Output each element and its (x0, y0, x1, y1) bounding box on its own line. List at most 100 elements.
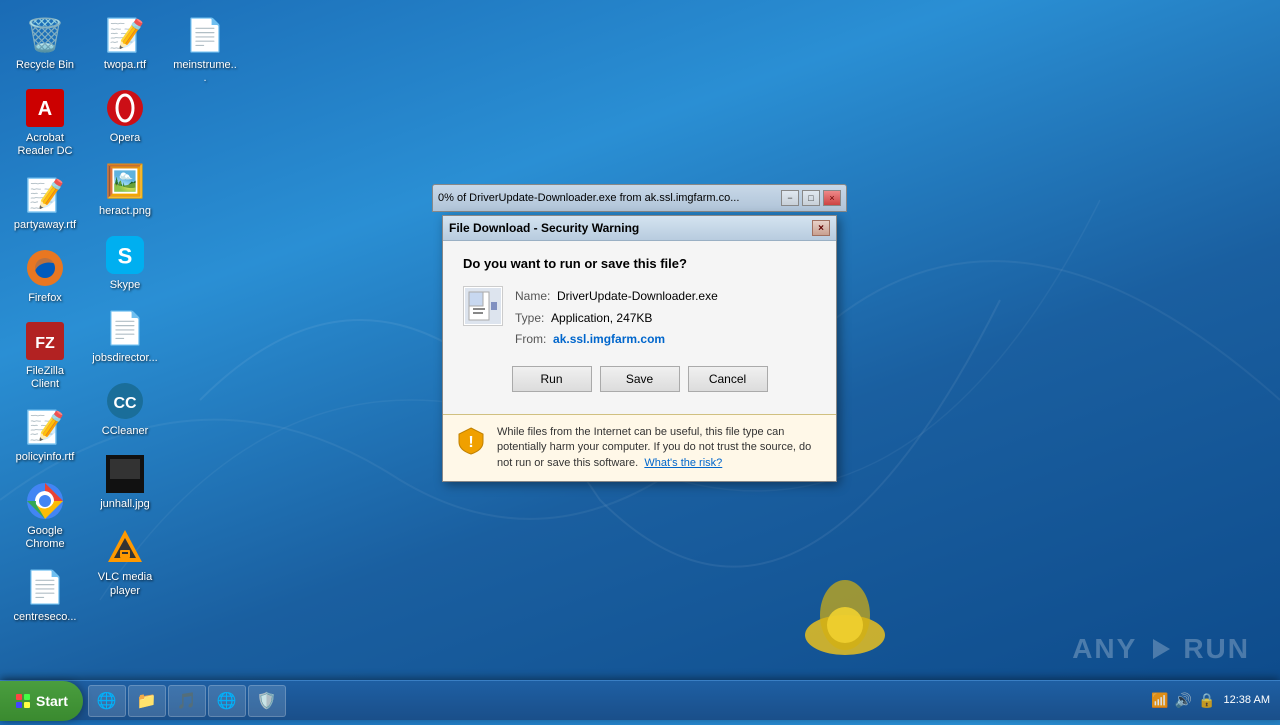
ie-icon: 🌐 (97, 691, 117, 711)
taskbar: Start 🌐 📁 🎵 🌐 🛡️ 📶 🔊 🔒 12:38 AM (0, 680, 1280, 720)
chrome-label: Google Chrome (10, 524, 80, 552)
partyaway-icon: 📝 (25, 175, 65, 215)
taskbar-right: 📶 🔊 🔒 12:38 AM (1141, 692, 1280, 709)
taskbar-explorer[interactable]: 📁 (128, 685, 166, 717)
file-from-label: From: (515, 332, 546, 346)
desktop-icon-policyinfo[interactable]: 📝 policyinfo.rtf (5, 402, 85, 470)
chrome-taskbar-icon: 🌐 (217, 691, 237, 711)
security-tray-icon: 🔒 (1198, 692, 1215, 709)
vlc-icon (105, 527, 145, 567)
filezilla-icon: FZ (25, 321, 65, 361)
desktop-icon-twopa[interactable]: 📝 twopa.rtf (85, 10, 165, 78)
twopa-icon: 📝 (105, 15, 145, 55)
file-type-icon (463, 286, 503, 326)
run-button[interactable]: Run (512, 366, 592, 392)
twopa-label: twopa.rtf (102, 58, 148, 73)
centreseco-icon: 📄 (25, 567, 65, 607)
warning-shield-icon: ! (455, 425, 487, 457)
ccleaner-icon: CC (105, 381, 145, 421)
network-tray-icon: 📶 (1151, 692, 1168, 709)
partyaway-label: partyaway.rtf (12, 218, 78, 233)
file-name-label: Name: (515, 289, 550, 303)
warning-message: While files from the Internet can be use… (497, 425, 824, 471)
junhall-label: junhall.jpg (98, 497, 152, 512)
download-minimize-button[interactable]: − (781, 190, 799, 206)
taskbar-chrome[interactable]: 🌐 (208, 685, 246, 717)
svg-text:S: S (118, 243, 133, 268)
centreseco-label: centreseco... (12, 610, 79, 625)
ccleaner-label: CCleaner (100, 424, 150, 439)
heract-icon: 🖼️ (105, 161, 145, 201)
desktop-icon-ccleaner[interactable]: CC CCleaner (85, 376, 165, 444)
meinstrume-icon: 📄 (185, 15, 225, 55)
recycle-bin-label: Recycle Bin (14, 58, 76, 73)
heract-label: heract.png (97, 204, 153, 219)
desktop-icon-recycle-bin[interactable]: 🗑️ Recycle Bin (5, 10, 85, 78)
file-details: Name: DriverUpdate-Downloader.exe Type: … (515, 286, 718, 351)
desktop-icon-filezilla[interactable]: FZ FileZilla Client (5, 316, 85, 397)
file-type-value: Application, 247KB (551, 311, 652, 325)
file-from-link[interactable]: ak.ssl.imgfarm.com (553, 332, 665, 346)
svg-text:FZ: FZ (35, 335, 55, 352)
dialog-title: File Download - Security Warning (449, 221, 812, 235)
start-button[interactable]: Start (0, 681, 83, 721)
taskbar-ie[interactable]: 🌐 (88, 685, 126, 717)
save-button[interactable]: Save (600, 366, 680, 392)
download-maximize-button[interactable]: □ (802, 190, 820, 206)
download-progress-title: 0% of DriverUpdate-Downloader.exe from a… (438, 192, 778, 204)
firefox-icon (25, 248, 65, 288)
warning-bar: ! While files from the Internet can be u… (443, 414, 836, 481)
junhall-icon (105, 454, 145, 494)
desktop-icon-junhall[interactable]: junhall.jpg (85, 449, 165, 517)
file-type-row: Type: Application, 247KB (515, 308, 718, 330)
security-icon: 🛡️ (257, 691, 277, 711)
skype-label: Skype (108, 278, 143, 293)
desktop-icon-partyaway[interactable]: 📝 partyaway.rtf (5, 170, 85, 238)
taskbar-items: 🌐 📁 🎵 🌐 🛡️ (83, 685, 1141, 717)
chrome-icon (25, 481, 65, 521)
firefox-label: Firefox (26, 291, 64, 306)
file-info-row: Name: DriverUpdate-Downloader.exe Type: … (463, 286, 816, 351)
policyinfo-label: policyinfo.rtf (14, 450, 77, 465)
whats-risk-link[interactable]: What's the risk? (644, 457, 722, 469)
desktop-icon-skype[interactable]: S Skype (85, 230, 165, 298)
dialog-close-button[interactable]: × (812, 220, 830, 236)
file-from-row: From: ak.ssl.imgfarm.com (515, 329, 718, 351)
dialog-buttons: Run Save Cancel (463, 366, 816, 392)
taskbar-media[interactable]: 🎵 (168, 685, 206, 717)
recycle-bin-icon: 🗑️ (25, 15, 65, 55)
media-icon: 🎵 (177, 691, 197, 711)
security-warning-dialog: File Download - Security Warning × Do yo… (442, 215, 837, 482)
desktop-icon-acrobat[interactable]: A Acrobat Reader DC (5, 83, 85, 164)
desktop-icon-jobsdirector[interactable]: 📄 jobsdirector... (85, 303, 165, 371)
skype-icon: S (105, 235, 145, 275)
jobsdirector-label: jobsdirector... (90, 351, 159, 366)
opera-label: Opera (108, 131, 143, 146)
opera-icon (105, 88, 145, 128)
desktop-icon-centreseco[interactable]: 📄 centreseco... (5, 562, 85, 630)
desktop-icon-firefox[interactable]: Firefox (5, 243, 85, 311)
jobsdirector-icon: 📄 (105, 308, 145, 348)
start-label: Start (36, 693, 68, 709)
dialog-question: Do you want to run or save this file? (463, 256, 816, 271)
desktop-icon-heract[interactable]: 🖼️ heract.png (85, 156, 165, 224)
policyinfo-icon: 📝 (25, 407, 65, 447)
desktop-icon-meinstrume[interactable]: 📄 meinstrume... (165, 10, 245, 91)
svg-text:A: A (38, 98, 52, 120)
file-type-label: Type: (515, 311, 544, 325)
download-close-button[interactable]: × (823, 190, 841, 206)
dialog-body: Do you want to run or save this file? Na… (443, 241, 836, 414)
taskbar-security[interactable]: 🛡️ (248, 685, 286, 717)
desktop-icon-opera[interactable]: Opera (85, 83, 165, 151)
acrobat-label: Acrobat Reader DC (10, 131, 80, 159)
desktop-icon-vlc[interactable]: VLC media player (85, 522, 165, 603)
download-progress-window: 0% of DriverUpdate-Downloader.exe from a… (432, 184, 847, 212)
vlc-label: VLC media player (90, 570, 160, 598)
volume-tray-icon: 🔊 (1175, 692, 1192, 709)
system-tray: 📶 🔊 🔒 (1151, 692, 1215, 709)
acrobat-icon: A (25, 88, 65, 128)
desktop-icon-chrome[interactable]: Google Chrome (5, 476, 85, 557)
filezilla-label: FileZilla Client (10, 364, 80, 392)
cancel-button[interactable]: Cancel (688, 366, 768, 392)
file-name-value: DriverUpdate-Downloader.exe (557, 289, 718, 303)
